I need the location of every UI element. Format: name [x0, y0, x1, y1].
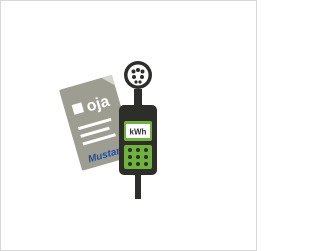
keypad-keys [128, 148, 148, 166]
connector-face [127, 64, 149, 86]
ev-charger: kWh [119, 61, 157, 199]
ev-charging-illustration: oja Mustan kWh [59, 61, 157, 199]
meter-display-label: kWh [130, 128, 147, 137]
charger-cable [135, 175, 141, 199]
connector-neck [134, 89, 142, 106]
